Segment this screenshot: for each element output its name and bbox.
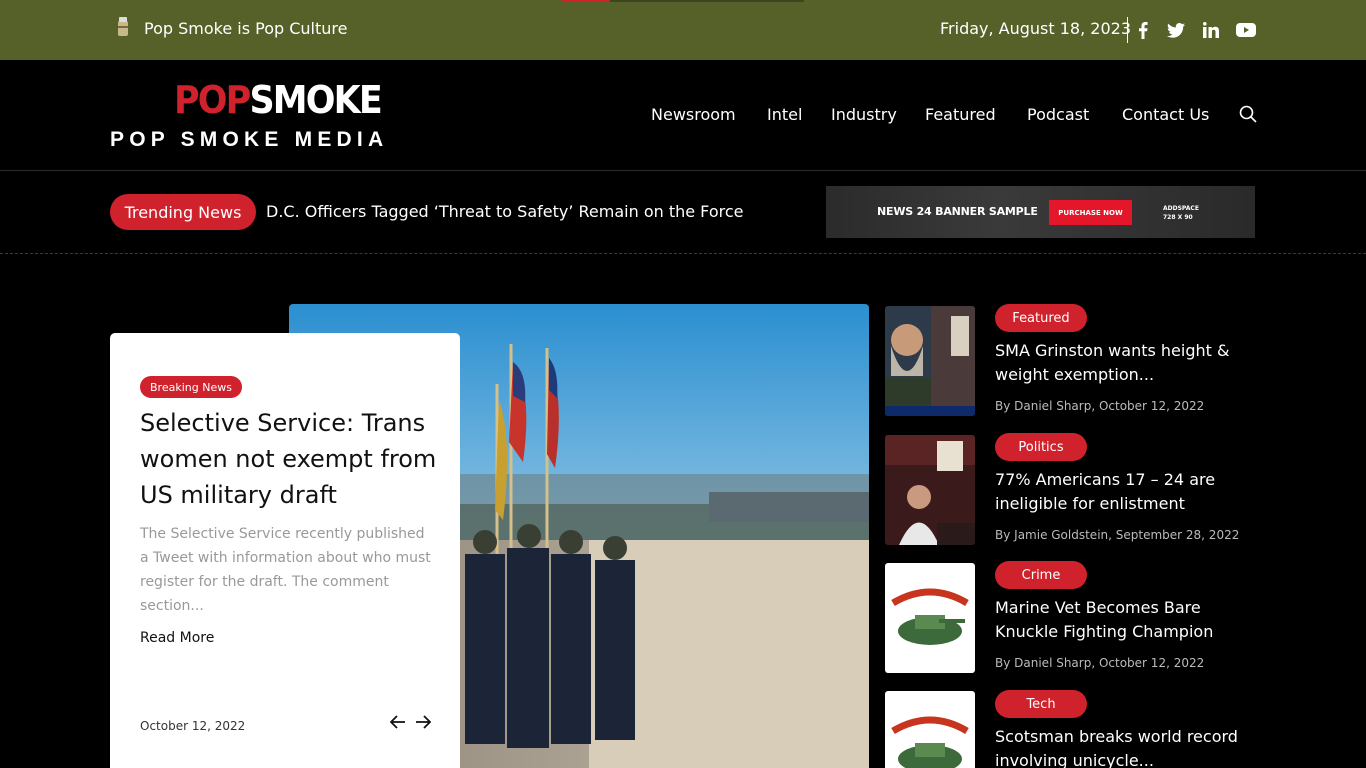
nav-contact-us[interactable]: Contact Us — [1122, 105, 1209, 124]
category-badge[interactable]: Breaking News — [140, 376, 242, 398]
article-title[interactable]: SMA Grinston wants height & weight exemp… — [995, 339, 1255, 387]
article-excerpt: The Selective Service recently published… — [140, 526, 431, 614]
read-more-link[interactable]: Read More — [140, 630, 214, 646]
youtube-icon[interactable] — [1236, 20, 1256, 40]
arrow-left-icon[interactable] — [389, 713, 407, 731]
featured-article-card: Breaking News Selective Service: Trans w… — [110, 333, 460, 768]
category-badge[interactable]: Politics — [995, 433, 1087, 461]
section-divider — [0, 253, 1366, 254]
reading-progress-bar — [562, 0, 804, 2]
banner-title: NEWS 24 BANNER SAMPLE — [877, 205, 1038, 218]
facebook-icon[interactable] — [1133, 20, 1153, 40]
article-title[interactable]: Scotsman breaks world record involving u… — [995, 725, 1255, 768]
nav-intel[interactable]: Intel — [767, 105, 802, 124]
smoke-pit-logo-thumbnail[interactable] — [885, 691, 975, 768]
tagline: Pop Smoke is Pop Culture — [144, 19, 348, 38]
nav-podcast[interactable]: Podcast — [1027, 105, 1089, 124]
smoke-grenade-icon — [118, 17, 128, 36]
twitter-icon[interactable] — [1166, 20, 1186, 40]
article-thumbnail[interactable] — [885, 435, 975, 545]
ad-banner[interactable]: NEWS 24 BANNER SAMPLE PURCHASE NOW ADDSP… — [826, 186, 1255, 238]
article-date: October 12, 2022 — [140, 719, 246, 733]
reading-progress-fill — [562, 0, 611, 2]
nav-featured[interactable]: Featured — [925, 105, 996, 124]
banner-purchase-button[interactable]: PURCHASE NOW — [1049, 200, 1132, 225]
top-bar: Pop Smoke is Pop Culture Friday, August … — [0, 0, 1366, 60]
search-icon[interactable] — [1238, 104, 1258, 124]
smoke-pit-logo-thumbnail[interactable] — [885, 563, 975, 673]
article-meta: By Jamie Goldstein, September 28, 2022 — [995, 528, 1240, 542]
article-meta: By Daniel Sharp, October 12, 2022 — [995, 399, 1205, 413]
current-date: Friday, August 18, 2023 — [940, 19, 1131, 38]
divider — [1127, 17, 1128, 43]
category-badge[interactable]: Crime — [995, 561, 1087, 589]
article-title[interactable]: Marine Vet Becomes Bare Knuckle Fighting… — [995, 596, 1255, 644]
category-badge[interactable]: Featured — [995, 304, 1087, 332]
category-badge[interactable]: Tech — [995, 690, 1087, 718]
logo-subtitle: POP SMOKE MEDIA — [110, 128, 389, 151]
banner-adspace: ADDSPACE 728 X 90 — [1163, 205, 1199, 221]
article-meta: By Daniel Sharp, October 12, 2022 — [995, 656, 1205, 670]
nav-industry[interactable]: Industry — [831, 105, 897, 124]
article-title[interactable]: 77% Americans 17 – 24 are ineligible for… — [995, 468, 1255, 516]
linkedin-icon[interactable] — [1201, 20, 1221, 40]
arrow-right-icon[interactable] — [414, 713, 432, 731]
logo-wordmark: POPSMOKE — [174, 78, 383, 122]
article-thumbnail[interactable] — [885, 306, 975, 416]
trending-headline[interactable]: D.C. Officers Tagged ‘Threat to Safety’ … — [266, 202, 743, 221]
nav-newsroom[interactable]: Newsroom — [651, 105, 736, 124]
site-logo[interactable]: POPSMOKE POP SMOKE MEDIA — [110, 78, 400, 156]
article-title[interactable]: Selective Service: Trans women not exemp… — [140, 405, 440, 513]
trending-news-label: Trending News — [110, 194, 256, 230]
